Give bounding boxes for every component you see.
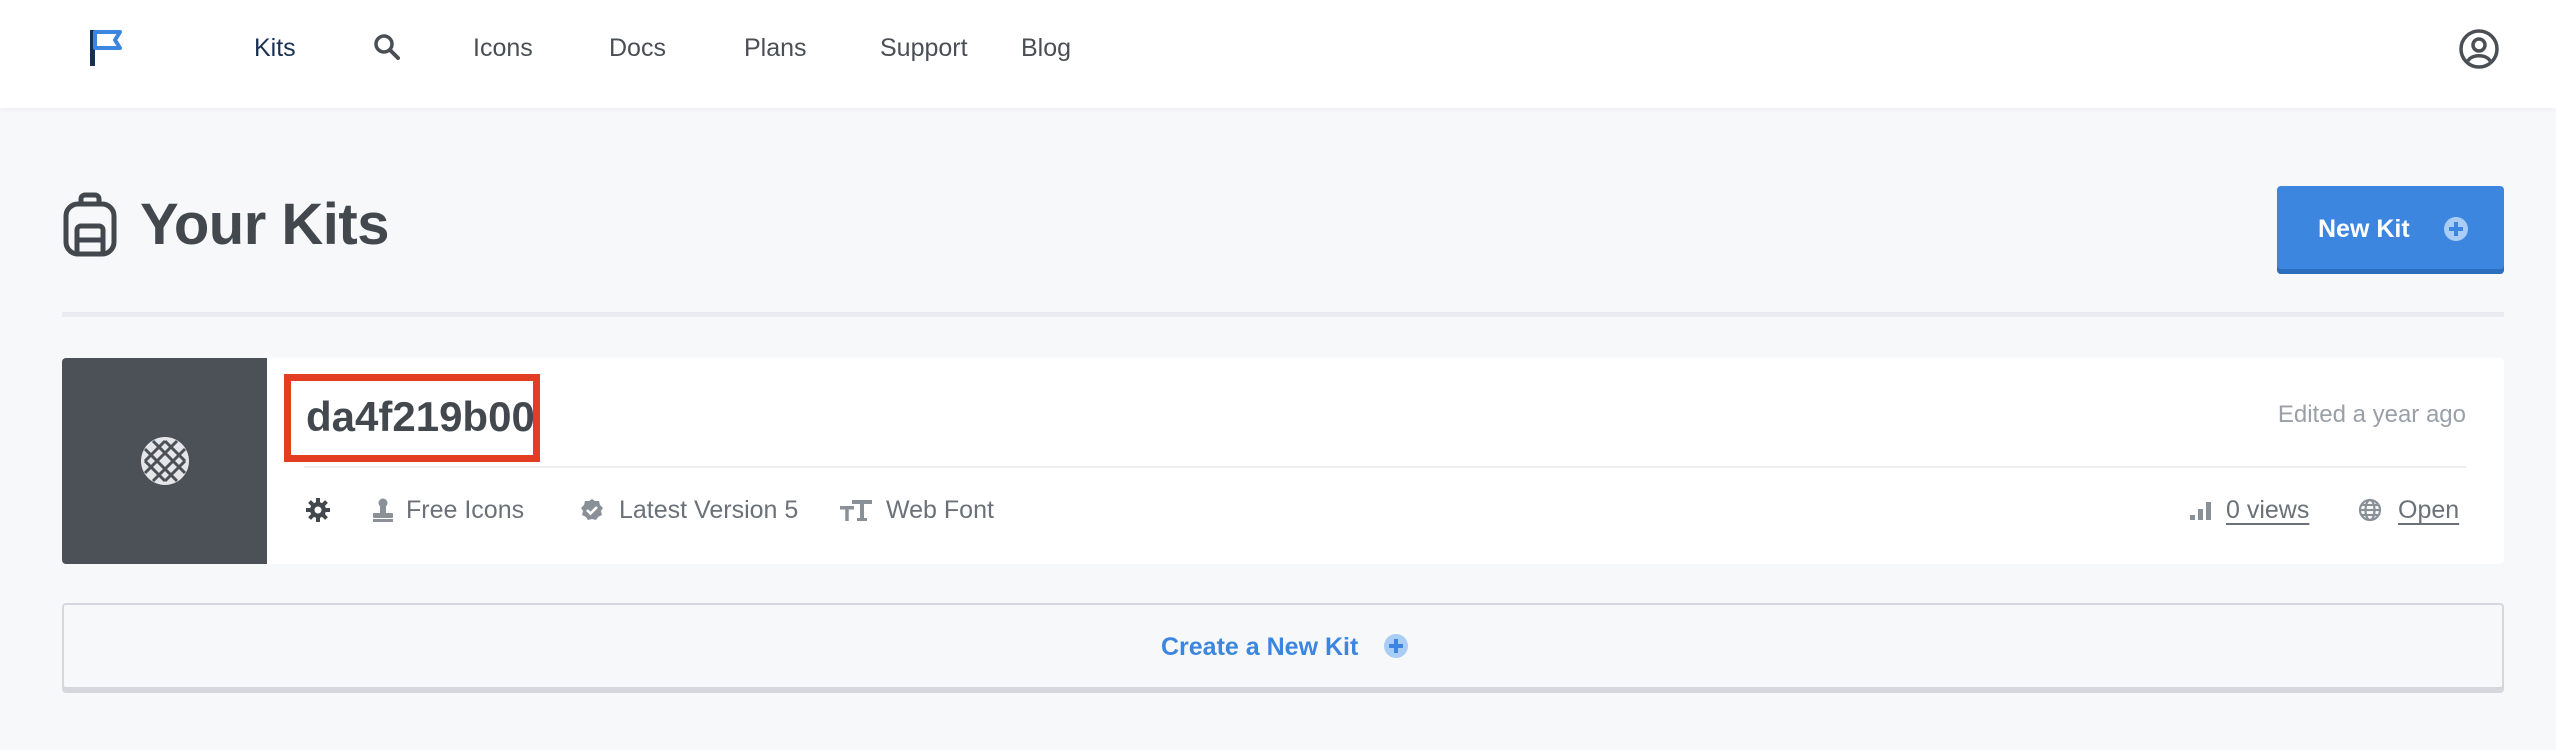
badge-check-icon [581, 499, 603, 520]
create-new-kit-label: Create a New Kit [1161, 633, 1359, 661]
globe-icon [2358, 498, 2382, 522]
backpack-icon [63, 192, 117, 257]
search-icon[interactable] [372, 32, 402, 62]
flag-logo-icon[interactable] [84, 26, 128, 70]
nav-kits[interactable]: Kits [254, 32, 296, 64]
kit-edited-time: Edited a year ago [2277, 401, 2466, 428]
top-navigation: Kits Icons Docs Plans Support Blog [0, 0, 2556, 108]
user-circle-icon[interactable] [2458, 28, 2500, 70]
kit-plan: Free Icons [372, 492, 572, 528]
nav-icons[interactable]: Icons [473, 32, 533, 64]
nav-blog[interactable]: Blog [1021, 32, 1071, 64]
kit-name[interactable]: da4f219b00 [306, 388, 535, 446]
kit-open-label: Open [2398, 496, 2460, 524]
kit-thumbnail[interactable] [62, 358, 267, 564]
kit-divider [304, 466, 2466, 468]
kit-views-label: 0 views [2226, 496, 2310, 524]
stamp-icon [373, 498, 393, 522]
new-kit-button-label: New Kit [2318, 215, 2410, 243]
kit-tech-label: Web Font [886, 496, 994, 524]
kit-settings-button[interactable] [306, 492, 342, 528]
kit-version-label: Latest Version 5 [619, 496, 799, 524]
kit-pattern-icon [141, 437, 189, 485]
plus-circle-icon [2444, 217, 2468, 241]
kit-version: Latest Version 5 [580, 492, 840, 528]
kit-plan-label: Free Icons [406, 496, 525, 524]
plus-circle-icon [1384, 634, 1408, 658]
page-header: Your Kits [62, 186, 2504, 266]
kit-card: da4f219b00 Edited a year ago Free Icons [62, 358, 2504, 564]
kit-tech: Web Font [840, 492, 1040, 528]
text-size-icon [840, 500, 872, 521]
kit-open-link[interactable]: Open [2358, 492, 2468, 528]
bar-chart-icon [2190, 502, 2211, 520]
new-kit-button[interactable]: New Kit [2277, 186, 2504, 274]
nav-plans[interactable]: Plans [744, 32, 807, 64]
header-divider [62, 312, 2504, 317]
gear-icon [306, 498, 330, 522]
nav-docs[interactable]: Docs [609, 32, 666, 64]
create-new-kit-button[interactable]: Create a New Kit [62, 603, 2504, 693]
page-title: Your Kits [140, 192, 390, 257]
kit-views-link[interactable]: 0 views [2190, 492, 2330, 528]
nav-support[interactable]: Support [880, 32, 968, 64]
